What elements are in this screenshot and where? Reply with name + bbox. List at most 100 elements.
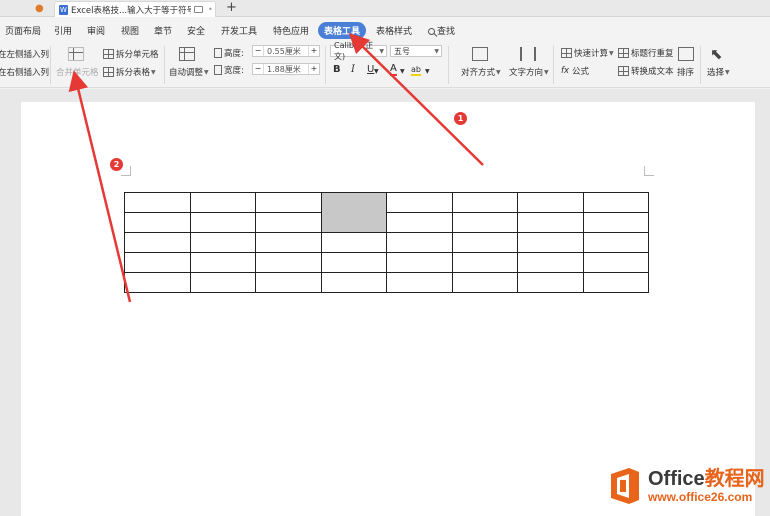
table-cell[interactable]: [386, 272, 453, 293]
chevron-down-icon[interactable]: ▼: [374, 68, 379, 75]
table-cell[interactable]: [189, 192, 256, 213]
document-canvas[interactable]: [0, 89, 770, 516]
split-cells-button[interactable]: 拆分单元格: [103, 48, 159, 60]
table-cell[interactable]: [124, 272, 191, 293]
highlight-button[interactable]: ab: [411, 65, 421, 76]
insert-right-column-button[interactable]: 在右侧插入列: [0, 66, 49, 78]
bold-button[interactable]: B: [333, 64, 341, 75]
height-label-text: 高度:: [224, 49, 244, 59]
menu-table-tools[interactable]: 表格工具: [318, 22, 367, 39]
merged-table-cell[interactable]: [320, 192, 387, 233]
table-cell[interactable]: [189, 252, 256, 273]
height-decrement-button[interactable]: −: [253, 46, 264, 56]
document-table[interactable]: [124, 192, 649, 293]
table-cell[interactable]: [386, 212, 453, 233]
height-icon: [214, 48, 222, 58]
font-color-button[interactable]: A: [390, 64, 397, 76]
width-decrement-button[interactable]: −: [253, 64, 264, 74]
chevron-down-icon: ▼: [379, 47, 384, 55]
menu-review[interactable]: 审阅: [87, 24, 105, 37]
menu-references[interactable]: 引用: [54, 24, 72, 37]
height-value[interactable]: 0.55厘米: [264, 46, 308, 57]
text-direction-icon: [520, 47, 536, 61]
tab-close-icon[interactable]: •: [208, 5, 213, 14]
chevron-down-icon: ▼: [434, 47, 439, 55]
repeat-header-label: 标题行重复: [631, 49, 674, 59]
insert-left-column-button[interactable]: 在左侧插入列: [0, 48, 49, 60]
ribbon-divider: [700, 46, 701, 84]
height-stepper[interactable]: − 0.55厘米 +: [252, 45, 320, 57]
menu-table-style[interactable]: 表格样式: [376, 24, 412, 37]
table-cell[interactable]: [320, 232, 387, 253]
width-increment-button[interactable]: +: [308, 64, 319, 74]
table-cell[interactable]: [451, 272, 518, 293]
width-stepper[interactable]: − 1.88厘米 +: [252, 63, 320, 75]
quick-calc-button[interactable]: 快速计算 ▼: [561, 47, 614, 59]
table-cell[interactable]: [517, 232, 584, 253]
merge-cells-button[interactable]: 合并单元格: [56, 66, 99, 78]
menu-section[interactable]: 章节: [154, 24, 172, 37]
italic-button[interactable]: I: [351, 64, 355, 75]
screen-icon[interactable]: [194, 6, 203, 13]
width-label-text: 宽度:: [224, 66, 244, 76]
chevron-down-icon[interactable]: ▼: [425, 68, 430, 75]
width-value[interactable]: 1.88厘米: [264, 64, 308, 75]
sort-button[interactable]: 排序: [677, 66, 694, 78]
formula-button[interactable]: fx 公式: [561, 65, 589, 77]
menu-page-layout[interactable]: 页面布局: [5, 24, 41, 37]
table-cell[interactable]: [320, 272, 387, 293]
table-cell[interactable]: [189, 232, 256, 253]
table-cell[interactable]: [124, 212, 191, 233]
table-cell[interactable]: [386, 192, 453, 213]
text-direction-button[interactable]: 文字方向 ▼: [509, 66, 549, 78]
select-button[interactable]: 选择 ▼: [707, 66, 730, 78]
menu-features[interactable]: 特色应用: [273, 24, 309, 37]
table-cell[interactable]: [189, 272, 256, 293]
document-tab[interactable]: W Excel表格技...输入大于等于符号 •: [54, 1, 216, 17]
table-cell[interactable]: [517, 212, 584, 233]
font-name-select[interactable]: Calibri (正文) ▼: [330, 41, 387, 61]
table-cell[interactable]: [320, 252, 387, 273]
table-cell[interactable]: [255, 212, 322, 233]
table-cell[interactable]: [124, 232, 191, 253]
table-cell[interactable]: [582, 252, 649, 273]
menu-security[interactable]: 安全: [187, 24, 205, 37]
align-button[interactable]: 对齐方式 ▼: [461, 66, 501, 78]
word-doc-icon: W: [59, 4, 68, 15]
table-cell[interactable]: [582, 212, 649, 233]
auto-adjust-button[interactable]: 自动调整 ▼: [169, 66, 209, 78]
table-cell[interactable]: [255, 232, 322, 253]
font-size-select[interactable]: 五号 ▼: [390, 45, 442, 57]
new-tab-button[interactable]: +: [226, 0, 237, 15]
table-cell[interactable]: [517, 192, 584, 213]
table-cell[interactable]: [255, 192, 322, 213]
table-cell[interactable]: [451, 212, 518, 233]
table-cell[interactable]: [386, 252, 453, 273]
height-increment-button[interactable]: +: [308, 46, 319, 56]
chevron-down-icon: ▼: [496, 68, 501, 76]
sort-icon: [678, 47, 694, 61]
repeat-header-button[interactable]: 标题行重复: [618, 47, 674, 59]
document-page[interactable]: [21, 102, 755, 516]
menu-developer[interactable]: 开发工具: [221, 24, 257, 37]
table-cell[interactable]: [255, 252, 322, 273]
table-cell[interactable]: [517, 272, 584, 293]
table-cell[interactable]: [386, 232, 453, 253]
table-cell[interactable]: [582, 272, 649, 293]
table-cell[interactable]: [451, 232, 518, 253]
menu-view[interactable]: 视图: [121, 24, 139, 37]
table-cell[interactable]: [124, 192, 191, 213]
menu-search[interactable]: 查找: [428, 24, 455, 37]
table-cell[interactable]: [124, 252, 191, 273]
table-cell[interactable]: [451, 252, 518, 273]
table-cell[interactable]: [451, 192, 518, 213]
table-cell[interactable]: [582, 192, 649, 213]
table-cell[interactable]: [255, 272, 322, 293]
annotation-marker-1: 1: [454, 112, 467, 125]
split-table-button[interactable]: 拆分表格 ▼: [103, 66, 156, 78]
table-cell[interactable]: [582, 232, 649, 253]
table-cell[interactable]: [189, 212, 256, 233]
chevron-down-icon[interactable]: ▼: [400, 68, 405, 75]
convert-to-text-button[interactable]: 转换成文本: [618, 65, 674, 77]
table-cell[interactable]: [517, 252, 584, 273]
